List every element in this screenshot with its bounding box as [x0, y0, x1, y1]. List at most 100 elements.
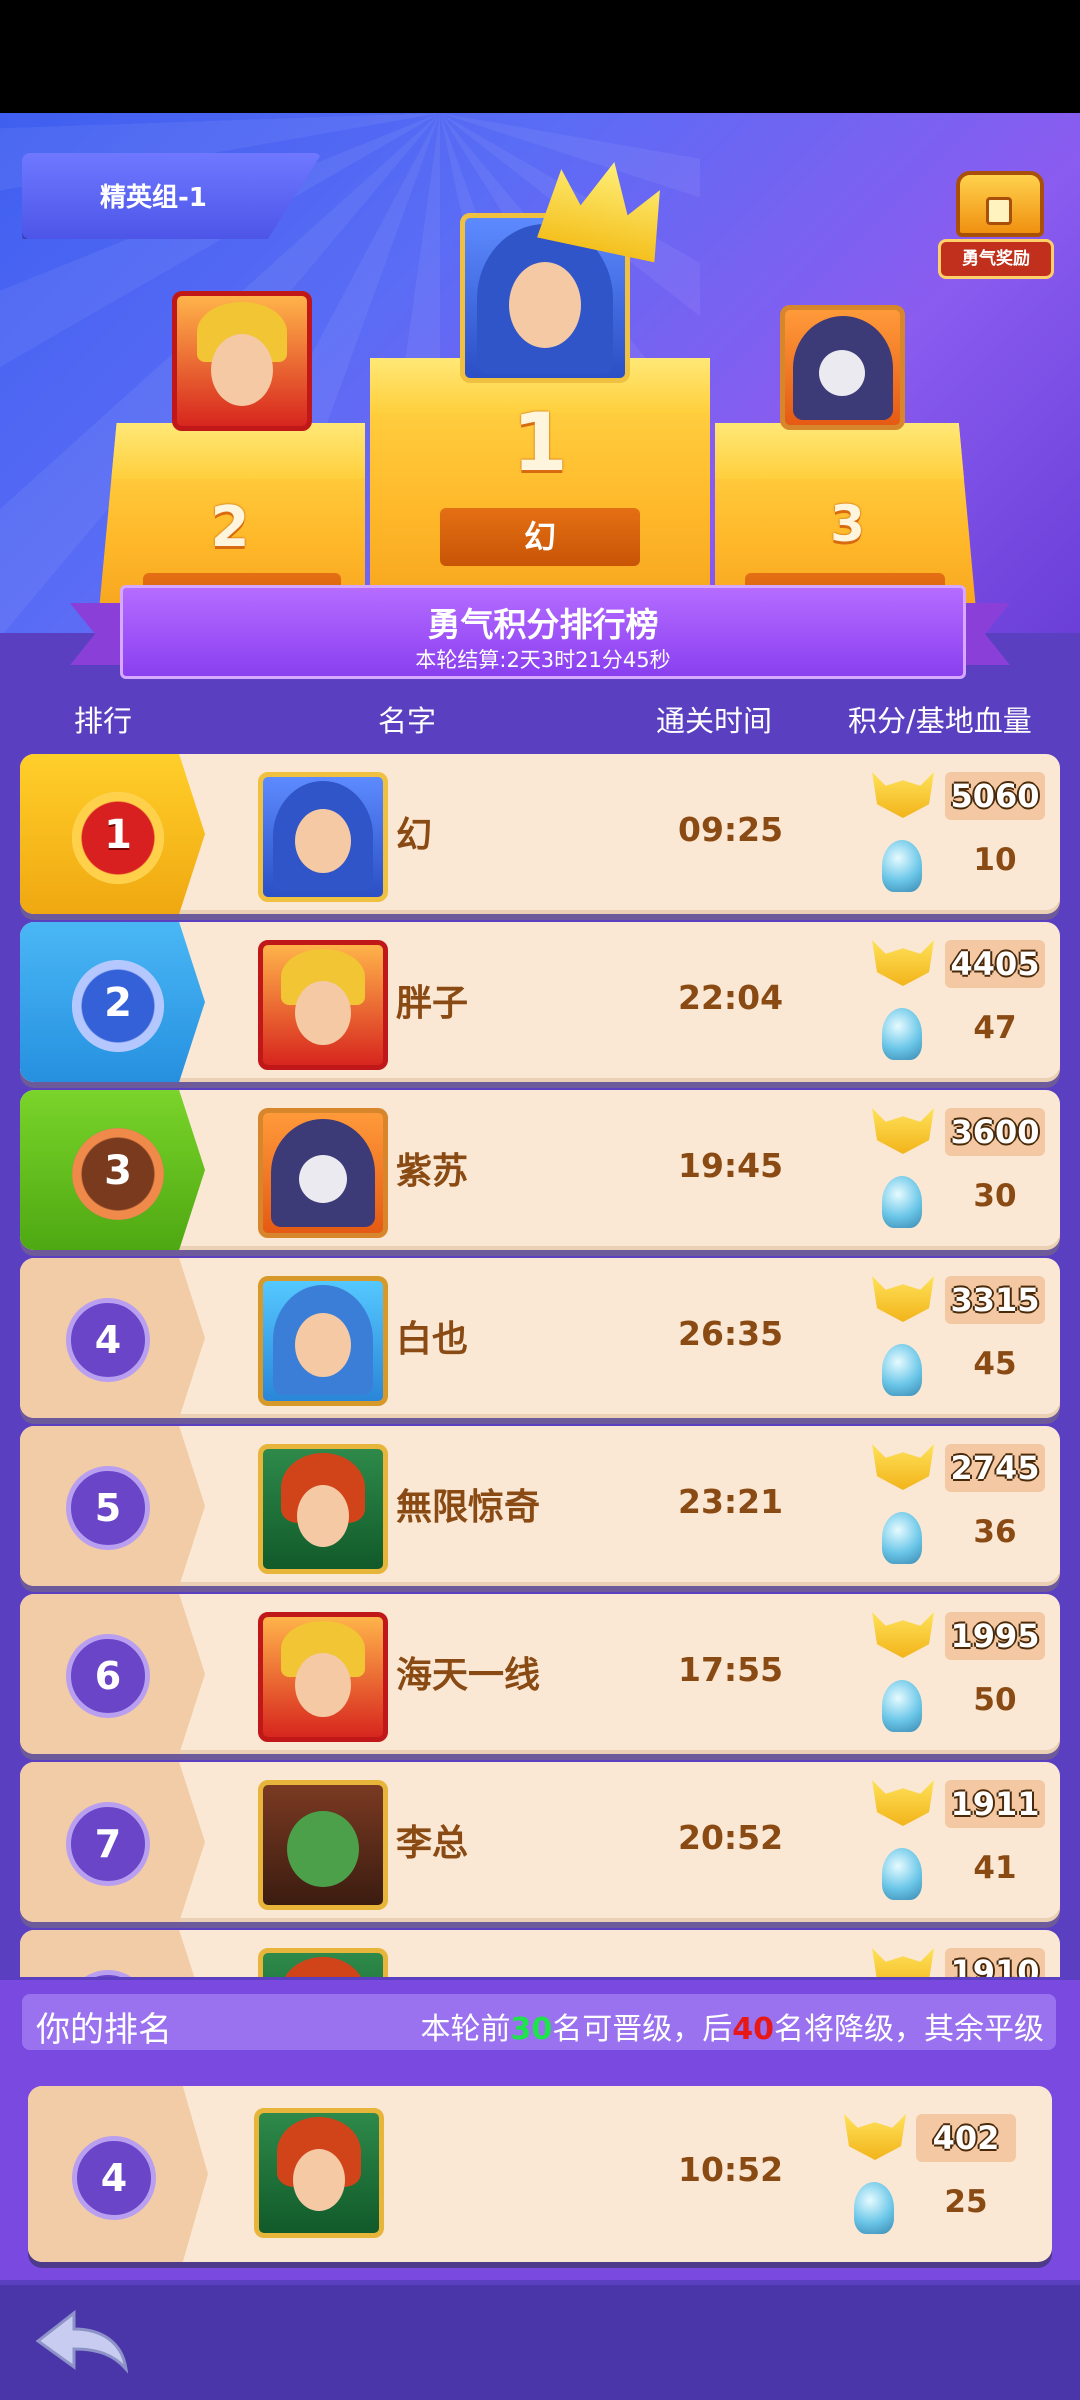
promotion-rule-bar: 你的排名 本轮前30名可晋级，后40名将降级，其余平级 [22, 1994, 1056, 2050]
round-countdown: 本轮结算:2天3时21分45秒 [415, 648, 671, 672]
my-clear-time: 10:52 [678, 2150, 784, 2189]
leaderboard-title-banner: 勇气积分排行榜 本轮结算:2天3时21分45秒 [70, 585, 1010, 679]
my-base-hp-value: 25 [944, 2184, 988, 2220]
table-row[interactable]: 3 紫苏 19:45 3600 30 [20, 1090, 1060, 1250]
player-name: 李总 [396, 1823, 469, 1864]
table-row[interactable]: 7 李总 20:52 1911 41 [20, 1762, 1060, 1922]
courage-reward-button[interactable]: 勇气奖励 [938, 163, 1054, 283]
golden-horned-mask-icon [872, 1276, 934, 1322]
golden-horned-mask-icon [844, 2114, 906, 2160]
avatar[interactable] [258, 1780, 388, 1910]
clear-time: 23:21 [678, 1482, 784, 1521]
clear-time: 09:25 [678, 810, 784, 849]
score-value: 3600 [945, 1108, 1045, 1156]
bronze-medal-icon: 3 [72, 1128, 164, 1220]
avatar[interactable] [258, 940, 388, 1070]
rank-badge: 5 [66, 1466, 150, 1550]
score-value: 2745 [945, 1444, 1045, 1492]
avatar[interactable] [258, 772, 388, 902]
back-arrow-icon [35, 2309, 129, 2374]
my-rank-row[interactable]: 4 10:52 402 25 [28, 2086, 1052, 2262]
player-name: 無限惊奇 [396, 1487, 541, 1528]
score-value: 1995 [945, 1612, 1045, 1660]
my-avatar[interactable] [254, 2108, 384, 2238]
col-name: 名字 [378, 704, 437, 738]
avatar[interactable] [258, 1948, 388, 1977]
clear-time: 17:55 [678, 1650, 784, 1689]
silver-medal-icon: 2 [72, 960, 164, 1052]
base-hp-value: 30 [973, 1178, 1017, 1214]
clear-time: 20:52 [678, 1818, 784, 1857]
crystal-orb-icon [882, 1512, 922, 1564]
col-score: 积分/基地血量 [848, 704, 1032, 738]
clear-time: 19:45 [678, 1146, 784, 1185]
avatar[interactable] [258, 1108, 388, 1238]
table-row[interactable]: 1910 [20, 1930, 1060, 1977]
crystal-orb-icon [882, 1176, 922, 1228]
avatar[interactable] [258, 1276, 388, 1406]
my-score-value: 402 [916, 2114, 1016, 2162]
golden-horned-mask-icon [872, 1780, 934, 1826]
podium-avatar-3[interactable] [780, 305, 905, 430]
score-value: 5060 [945, 772, 1045, 820]
podium-place-3: 3 [830, 495, 865, 553]
promotion-rule: 本轮前30名可晋级，后40名将降级，其余平级 [420, 2012, 1045, 2047]
podium-place-1: 1 [512, 396, 568, 489]
score-value: 1910 [945, 1948, 1045, 1977]
table-row[interactable]: 2 胖子 22:04 4405 47 [20, 922, 1060, 1082]
rank-badge: 4 [66, 1298, 150, 1382]
golden-horned-mask-icon [872, 1108, 934, 1154]
clear-time: 26:35 [678, 1314, 784, 1353]
base-hp-value: 50 [973, 1682, 1017, 1718]
base-hp-value: 41 [973, 1850, 1017, 1886]
reward-label: 勇气奖励 [938, 239, 1054, 279]
golden-horned-mask-icon [872, 1444, 934, 1490]
column-headers: 排行 名字 通关时间 积分/基地血量 [0, 690, 1080, 746]
gold-medal-icon: 1 [72, 792, 164, 884]
player-name: 幻 [396, 815, 433, 856]
golden-horned-mask-icon [872, 1612, 934, 1658]
my-rank-badge: 4 [72, 2136, 156, 2220]
golden-horned-mask-icon [872, 772, 934, 818]
leaderboard-list[interactable]: 1 幻 09:25 5060 10 2 胖子 22:04 4405 47 3 紫… [0, 752, 1080, 1977]
my-rank-label: 你的排名 [36, 2010, 172, 2050]
crystal-orb-icon [882, 840, 922, 892]
leaderboard-title: 勇气积分排行榜 [427, 605, 659, 644]
podium-name-1: 幻 [440, 508, 640, 566]
base-hp-value: 36 [973, 1514, 1017, 1550]
podium-header: 精英组-1 勇气奖励 2 胖子 1 幻 3 紫苏 [0, 113, 1080, 633]
demote-count: 40 [732, 2012, 774, 2047]
podium-avatar-2[interactable] [172, 291, 312, 431]
avatar[interactable] [258, 1612, 388, 1742]
table-row[interactable]: 6 海天一线 17:55 1995 50 [20, 1594, 1060, 1754]
crystal-orb-icon [882, 1344, 922, 1396]
crystal-orb-icon [882, 1680, 922, 1732]
player-name: 胖子 [396, 983, 469, 1024]
rank-badge: 6 [66, 1634, 150, 1718]
table-row[interactable]: 1 幻 09:25 5060 10 [20, 754, 1060, 914]
podium-place-2: 2 [210, 495, 250, 560]
col-rank: 排行 [74, 704, 133, 738]
col-time: 通关时间 [656, 704, 773, 738]
score-value: 1911 [945, 1780, 1045, 1828]
promote-count: 30 [510, 2012, 553, 2047]
status-bar [0, 0, 1080, 113]
crystal-orb-icon [854, 2182, 894, 2234]
group-tag[interactable]: 精英组-1 [22, 153, 322, 239]
table-row[interactable]: 5 無限惊奇 23:21 2745 36 [20, 1426, 1060, 1586]
footer-bar [0, 2285, 1080, 2400]
group-label: 精英组-1 [100, 183, 207, 213]
clear-time: 22:04 [678, 978, 784, 1017]
crystal-orb-icon [882, 1008, 922, 1060]
crystal-orb-icon [882, 1848, 922, 1900]
avatar[interactable] [258, 1444, 388, 1574]
base-hp-value: 45 [973, 1346, 1017, 1382]
golden-horned-mask-icon [872, 1948, 934, 1977]
base-hp-value: 10 [973, 842, 1017, 878]
back-button[interactable] [34, 2307, 130, 2379]
player-name: 海天一线 [396, 1655, 541, 1696]
table-row[interactable]: 4 白也 26:35 3315 45 [20, 1258, 1060, 1418]
my-rank-panel: 你的排名 本轮前30名可晋级，后40名将降级，其余平级 4 10:52 402 … [0, 1980, 1080, 2280]
player-name: 紫苏 [396, 1151, 469, 1192]
score-value: 4405 [945, 940, 1045, 988]
